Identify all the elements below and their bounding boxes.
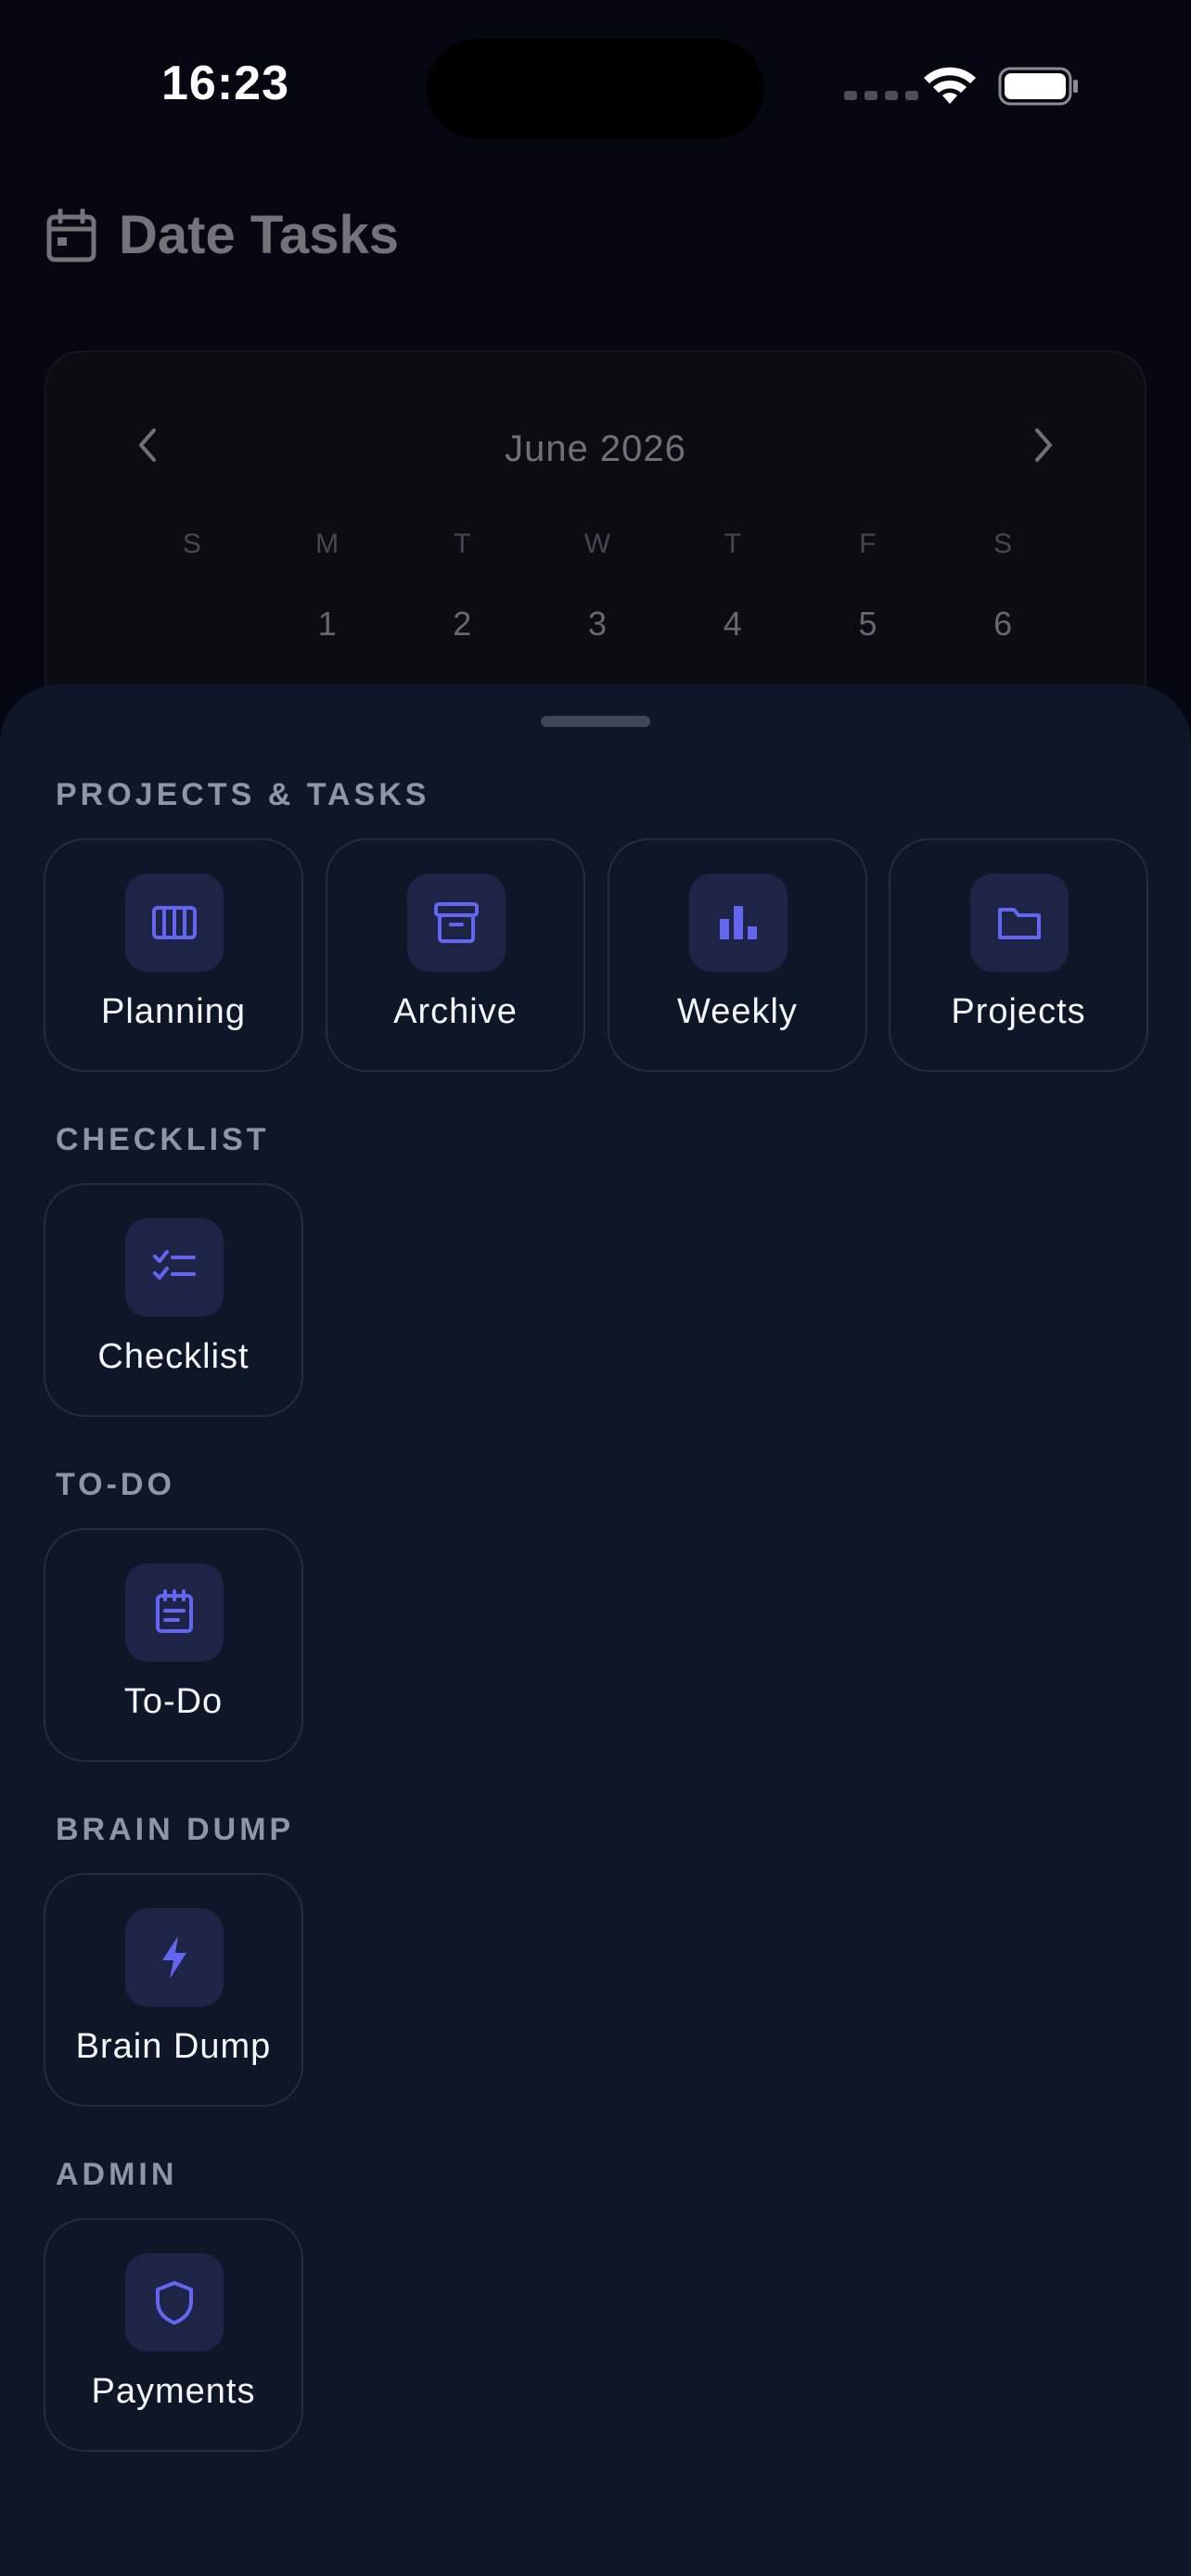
weekday-label: S bbox=[182, 529, 201, 559]
calendar-weekday-row: S M T W T F S bbox=[124, 529, 1070, 560]
tile-label: Payments bbox=[91, 2372, 256, 2411]
section-title-todo: TO-DO bbox=[56, 1467, 175, 1502]
columns-icon bbox=[152, 906, 197, 939]
status-bar: 16:23 bbox=[0, 0, 1191, 176]
screen: 16:23 Date Tasks June 2026 S M T W T F S… bbox=[0, 0, 1191, 2576]
sheet-grabber[interactable] bbox=[541, 716, 650, 727]
calendar-day[interactable]: 6 bbox=[935, 605, 1070, 644]
calendar-day[interactable]: 5 bbox=[800, 605, 936, 644]
section-title-checklist: CHECKLIST bbox=[56, 1122, 270, 1157]
tile-weekly[interactable]: Weekly bbox=[608, 838, 867, 1072]
tile-label: Weekly bbox=[677, 992, 798, 1031]
wifi-icon bbox=[924, 67, 976, 104]
dynamic-island bbox=[427, 39, 764, 139]
notepad-icon bbox=[156, 1589, 193, 1633]
bar-chart-icon bbox=[720, 906, 757, 939]
weekday-label: S bbox=[993, 529, 1013, 559]
menu-bottom-sheet: PROJECTS & TASKS Planning Archive Weekly… bbox=[0, 684, 1191, 2576]
status-time: 16:23 bbox=[161, 57, 289, 110]
weekday-label: M bbox=[315, 529, 339, 559]
calendar-week-row: 1 2 3 4 5 6 bbox=[124, 605, 1070, 644]
calendar-icon bbox=[46, 208, 96, 261]
calendar-month: June 2026 bbox=[505, 428, 686, 469]
calendar-day[interactable]: 1 bbox=[260, 605, 395, 644]
weekday-label: F bbox=[859, 529, 877, 559]
weekday-label: T bbox=[724, 529, 741, 559]
tile-label: Brain Dump bbox=[75, 2027, 272, 2066]
calendar-nav: June 2026 bbox=[46, 408, 1145, 482]
page-header: Date Tasks bbox=[46, 204, 399, 266]
folder-icon bbox=[998, 908, 1041, 939]
tile-payments[interactable]: Payments bbox=[44, 2218, 303, 2452]
tile-label: Archive bbox=[393, 992, 518, 1031]
lightning-icon bbox=[162, 1936, 186, 1979]
calendar-day[interactable]: 4 bbox=[665, 605, 800, 644]
tile-projects[interactable]: Projects bbox=[889, 838, 1148, 1072]
calendar-day[interactable]: 3 bbox=[530, 605, 665, 644]
shield-icon bbox=[156, 2281, 193, 2325]
tile-checklist[interactable]: Checklist bbox=[44, 1183, 303, 1417]
tile-label: To-Do bbox=[123, 1682, 224, 1721]
battery-icon bbox=[998, 67, 1078, 106]
tile-label: Projects bbox=[951, 992, 1086, 1031]
chevron-right-icon[interactable] bbox=[1024, 425, 1061, 465]
section-title-admin: ADMIN bbox=[56, 2157, 178, 2192]
tile-archive[interactable]: Archive bbox=[326, 838, 585, 1072]
section-title-projects-tasks: PROJECTS & TASKS bbox=[56, 777, 430, 812]
calendar-day[interactable]: 2 bbox=[394, 605, 530, 644]
checklist-icon bbox=[153, 1250, 196, 1280]
tile-brain-dump[interactable]: Brain Dump bbox=[44, 1873, 303, 2107]
tile-label: Planning bbox=[101, 992, 246, 1031]
cellular-signal-icon bbox=[844, 91, 918, 100]
tile-label: Checklist bbox=[97, 1337, 250, 1376]
weekday-label: W bbox=[583, 529, 611, 559]
calendar-day bbox=[124, 605, 260, 644]
section-title-brain-dump: BRAIN DUMP bbox=[56, 1812, 295, 1847]
tile-todo[interactable]: To-Do bbox=[44, 1528, 303, 1762]
weekday-label: T bbox=[454, 529, 471, 559]
tile-planning[interactable]: Planning bbox=[44, 838, 303, 1072]
archive-box-icon bbox=[434, 902, 479, 943]
page-title: Date Tasks bbox=[119, 205, 399, 265]
